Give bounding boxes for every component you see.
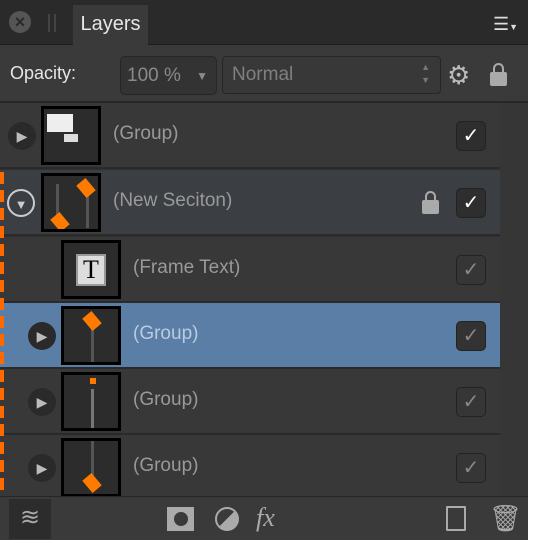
bottom-toolbar: ≋ fx 🗑 [0, 496, 528, 540]
blend-mode-select[interactable]: Normal ▲ ▼ [222, 56, 441, 94]
blend-mode-value: Normal [232, 64, 294, 85]
collapse-icon[interactable]: ▼ [7, 189, 35, 217]
layer-name: (Group) [113, 123, 179, 144]
lock-icon[interactable] [490, 63, 507, 86]
layer-row[interactable]: ▶ (Group) ✓ [0, 369, 500, 435]
layer-name: (New Seciton) [113, 190, 233, 211]
gear-icon[interactable]: ⚙ [447, 62, 470, 88]
text-frame-thumbnail: T [61, 240, 121, 299]
options-bar: Opacity: 100 % ▼ Normal ▲ ▼ ⚙ [0, 45, 528, 103]
scrollbar-track[interactable] [500, 103, 528, 496]
layer-name: (Frame Text) [133, 257, 241, 278]
panel-menu-icon[interactable]: ☰▼ [493, 14, 518, 35]
visibility-checkbox[interactable]: ✓ [456, 255, 486, 285]
layer-name: (Group) [133, 455, 199, 476]
expand-icon[interactable]: ▶ [28, 322, 56, 350]
layer-row[interactable]: T (Frame Text) ✓ [0, 237, 500, 303]
layer-thumbnail [41, 106, 101, 165]
layers-stack-icon[interactable]: ≋ [9, 499, 51, 539]
layers-panel: × Layers ☰▼ Opacity: 100 % ▼ Normal ▲ ▼ ⚙ ▶… [0, 0, 528, 540]
layer-row[interactable]: ▼ (New Seciton) ✓ [0, 170, 500, 236]
fx-icon[interactable]: fx [256, 503, 275, 533]
tab-layers[interactable]: Layers [73, 5, 148, 46]
tab-bar: × Layers ☰▼ [0, 0, 528, 46]
visibility-checkbox[interactable]: ✓ [456, 188, 486, 218]
expand-icon[interactable]: ▶ [28, 454, 56, 482]
lock-icon[interactable] [422, 191, 439, 214]
drag-grip-icon[interactable] [48, 14, 56, 32]
layer-thumbnail [61, 306, 121, 365]
visibility-checkbox[interactable]: ✓ [456, 387, 486, 417]
close-icon[interactable]: × [9, 11, 31, 33]
layer-thumbnail [61, 372, 121, 431]
adjustment-icon[interactable] [215, 507, 239, 531]
visibility-checkbox[interactable]: ✓ [456, 121, 486, 151]
opacity-label: Opacity: [10, 63, 77, 83]
opacity-dropdown[interactable]: 100 % ▼ [120, 56, 217, 95]
layer-name: (Group) [133, 323, 199, 344]
visibility-checkbox[interactable]: ✓ [456, 321, 486, 351]
layer-row[interactable]: ▶ (Group) ✓ [0, 435, 500, 501]
layer-name: (Group) [133, 389, 199, 410]
layer-row-selected[interactable]: ▶ (Group) ✓ [0, 303, 500, 369]
opacity-value: 100 % [127, 65, 181, 86]
section-indicator [0, 172, 4, 496]
stepper-icon: ▲ ▼ [421, 62, 430, 85]
visibility-checkbox[interactable]: ✓ [456, 453, 486, 483]
mask-icon[interactable] [167, 507, 194, 531]
chevron-down-icon: ▼ [196, 69, 208, 83]
layers-list: ▶ (Group) ✓ ▼ (New Seciton) ✓ T (Frame T… [0, 103, 500, 501]
expand-icon[interactable]: ▶ [8, 122, 36, 150]
layer-row[interactable]: ▶ (Group) ✓ [0, 103, 500, 169]
trash-icon[interactable]: 🗑 [489, 503, 522, 534]
layer-thumbnail [61, 438, 121, 497]
expand-icon[interactable]: ▶ [28, 388, 56, 416]
new-layer-icon[interactable] [446, 506, 466, 531]
layer-thumbnail [41, 173, 101, 232]
